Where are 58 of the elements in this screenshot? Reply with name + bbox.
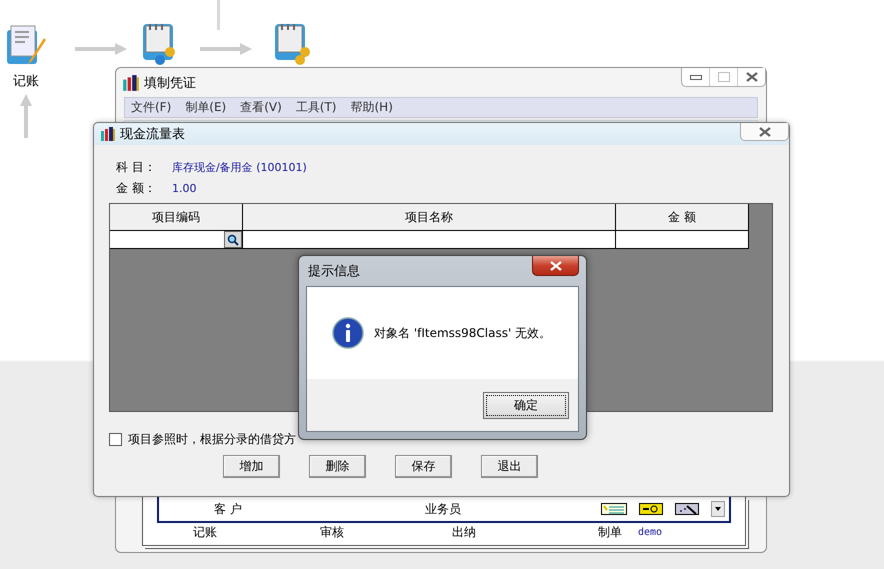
window-title: 填制凭证 (144, 74, 196, 92)
field-label: 金 额： (116, 180, 157, 197)
table-cell[interactable] (616, 231, 749, 249)
maximize-icon (718, 72, 730, 82)
calendar-icon[interactable] (275, 23, 310, 65)
field-value: 1.00 (172, 182, 196, 195)
flow-arrow (20, 94, 32, 138)
action-button[interactable]: 增加 (223, 455, 280, 478)
list-icon[interactable] (601, 503, 627, 515)
menu-item[interactable]: 制单(E) (185, 99, 226, 116)
column-header: 项目名称 (243, 204, 616, 231)
column-header: 项目编码 (110, 204, 243, 231)
action-button[interactable]: 退出 (481, 455, 538, 478)
signature-label: 制单 (598, 524, 623, 540)
search-button[interactable] (224, 231, 242, 248)
close-icon (746, 72, 758, 82)
close-icon (550, 260, 562, 270)
search-icon (227, 234, 239, 246)
flow-label: 记账 (13, 73, 39, 90)
signature-label: 出纳 (452, 524, 477, 540)
books-icon (122, 74, 140, 92)
wand-icon[interactable] (675, 503, 699, 515)
dropdown-button[interactable] (711, 501, 725, 517)
dialog-message: 对象名 'fItemss98Class' 无效。 (374, 324, 552, 342)
checkbox-label: 项目参照时，根据分录的借贷方 (128, 430, 296, 448)
close-button[interactable] (532, 256, 579, 276)
checkbox[interactable] (109, 432, 122, 446)
books-icon (100, 126, 116, 142)
table-cell[interactable] (110, 231, 243, 249)
ok-button[interactable]: 确定 (483, 392, 569, 418)
caret-icon (715, 507, 721, 511)
flow-arrow (200, 43, 252, 55)
close-button[interactable] (740, 123, 789, 141)
menu-item[interactable]: 工具(T) (296, 99, 336, 116)
field-label: 客 户 (214, 500, 243, 518)
action-button[interactable]: 删除 (309, 455, 366, 478)
table-cell[interactable] (243, 231, 616, 249)
field-value: 库存现金/备用金 (100101) (172, 160, 307, 175)
notepad-pen-icon[interactable] (7, 26, 46, 64)
close-icon (758, 126, 770, 136)
action-button[interactable]: 保存 (395, 455, 452, 478)
window-title: 现金流量表 (120, 126, 185, 143)
signature-label: 记账 (193, 524, 218, 540)
menu-item[interactable]: 文件(F) (131, 99, 172, 116)
column-header: 金 额 (616, 204, 749, 231)
maker-name: demo (638, 526, 662, 538)
flow-arrow (75, 43, 127, 55)
field-label: 业务员 (425, 500, 461, 518)
signature-label: 审核 (320, 524, 345, 540)
menu-item[interactable]: 查看(V) (240, 99, 282, 116)
magnifier-icon[interactable] (639, 503, 663, 515)
connector-line (217, 0, 220, 30)
menu-item[interactable]: 帮助(H) (350, 99, 393, 116)
info-icon (332, 317, 364, 349)
calendar-icon[interactable] (143, 23, 175, 65)
field-label: 科 目： (116, 159, 157, 176)
dialog-title: 提示信息 (307, 263, 360, 280)
minimize-icon (690, 74, 702, 80)
